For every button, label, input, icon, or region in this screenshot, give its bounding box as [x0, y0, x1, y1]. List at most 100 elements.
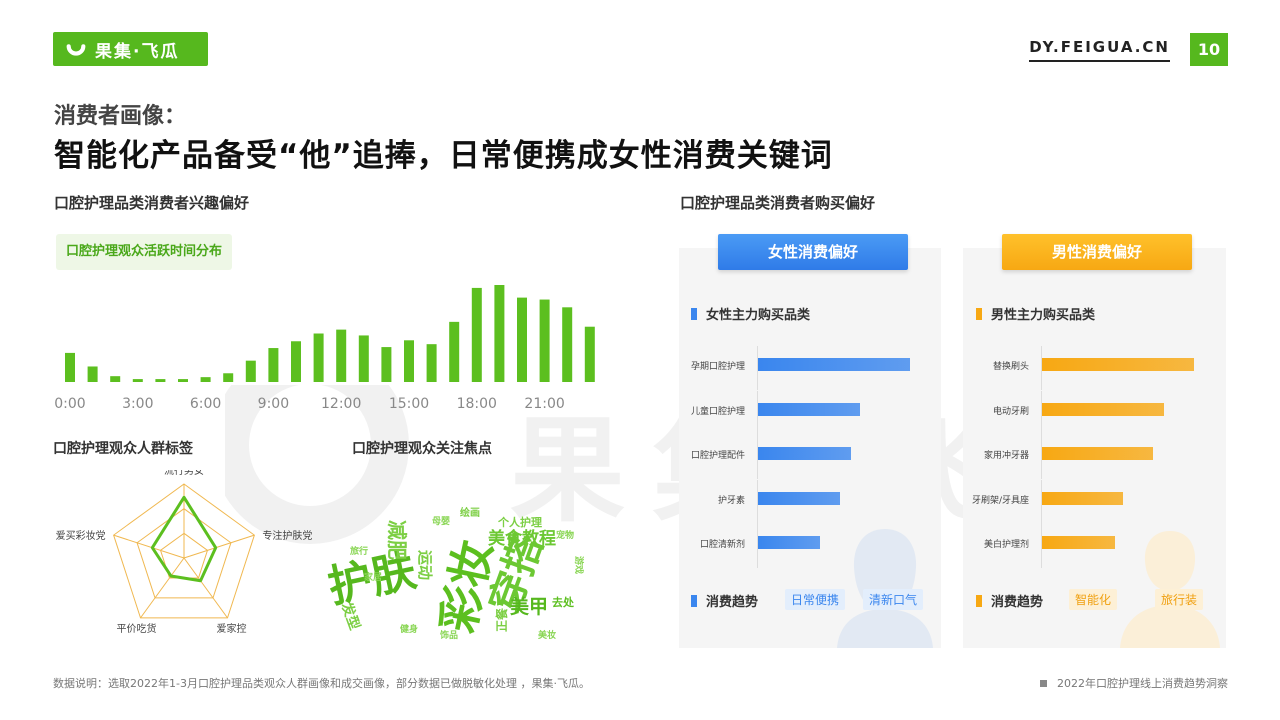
audience-radar-chart: 流行男女专注护肤党爱家控 平价吃货 爱买彩妆党 — [56, 470, 313, 635]
hour-bar — [336, 329, 347, 382]
category-bar — [1042, 358, 1194, 371]
hour-bar — [268, 348, 279, 382]
hour-bar — [358, 335, 369, 382]
hour-bar — [65, 352, 75, 382]
category-label: 电动牙刷 — [992, 406, 1029, 417]
hour-bar — [426, 344, 437, 382]
male-trend-marker-icon — [976, 594, 982, 607]
radar-axis-label: 流行男女 — [164, 470, 204, 477]
male-main-title: 男性主力购买品类 — [976, 304, 1095, 323]
x-tick-label: 21:00 — [524, 396, 564, 412]
hour-bar — [517, 297, 527, 382]
hour-bar — [381, 347, 392, 382]
category-bar — [1042, 536, 1115, 549]
hour-bar — [449, 321, 460, 382]
cloud-word: 美食教程 — [488, 528, 556, 549]
radar-axis — [113, 534, 185, 559]
female-trend-title: 消费趋势 — [706, 595, 759, 610]
x-tick-label: 9:00 — [258, 396, 289, 412]
category-label: 牙刷架/牙具座 — [971, 495, 1029, 506]
cloud-word: 健身 — [400, 623, 418, 635]
footer-report: 2022年口腔护理线上消费趋势洞察 — [1040, 675, 1228, 691]
category-label: 替换刷头 — [992, 362, 1029, 372]
male-marker-icon — [976, 307, 982, 320]
active-time-bar-chart: 0:00 3:00 6:00 9:00 12:00 15:00 18:00 21:00 — [54, 285, 595, 412]
female-trend-marker-icon — [691, 594, 697, 607]
page-number: 10 — [1190, 33, 1228, 66]
brand-logo[interactable]: 果集·飞瓜 — [53, 32, 208, 66]
female-trend-tag: 日常便携 — [785, 589, 846, 610]
male-silhouette-icon — [1120, 531, 1220, 648]
cloud-word: 宠物 — [556, 529, 574, 541]
female-main-title-text: 女性主力购买品类 — [706, 308, 811, 323]
category-bar — [758, 402, 860, 416]
footer-note: 数据说明：选取2022年1-3月口腔护理品类观众人群画像和成交画像，部分数据已做… — [53, 677, 590, 690]
category-label: 孕期口腔护理 — [690, 362, 745, 372]
page-title: 智能化产品备受“他”追捧，日常便携成女性消费关键词 — [54, 138, 833, 174]
female-marker-icon — [691, 307, 697, 320]
hour-bar — [178, 379, 188, 382]
x-tick-label: 0:00 — [54, 396, 85, 412]
x-tick-label: 6:00 — [190, 396, 221, 412]
female-panel: 女性主力购买品类 孕期口腔护理 儿童口腔护理 口腔护理配件护牙素口腔清新剂 消费趋势… — [679, 248, 941, 648]
cloud-word: 美甲 — [510, 595, 548, 618]
category-bar — [1042, 491, 1123, 505]
cloud-word: 减肥 — [385, 520, 409, 560]
radar-axis — [140, 557, 185, 619]
site-url[interactable]: DY.FEIGUA.CN — [1029, 38, 1170, 62]
category-bar — [758, 536, 820, 549]
cloud-word: 美妆 — [538, 629, 556, 641]
female-trend: 消费趋势 — [691, 591, 758, 610]
cloud-word: 运动 — [416, 550, 434, 580]
female-trend-tag: 清新口气 — [863, 589, 924, 610]
hour-bar — [562, 307, 573, 382]
hour-bar — [223, 373, 234, 382]
category-label: 口腔护理配件 — [690, 451, 745, 461]
male-trend-tag: 旅行装 — [1155, 589, 1204, 610]
chart-chip: 口腔护理观众活跃时间分布 — [56, 234, 233, 270]
category-label: 儿童口腔护理 — [690, 406, 745, 417]
category-bar — [758, 491, 840, 505]
footer-square-icon — [1040, 679, 1047, 687]
category-label: 口腔清新剂 — [699, 540, 745, 550]
hour-bar — [87, 366, 98, 382]
male-trend-tag: 智能化 — [1069, 589, 1118, 610]
category-bar — [758, 358, 910, 371]
word-cloud: 护肤 彩妆 穿搭 美食教程 美甲 减肥 运动 发型 个人护理 去处 绘画 正餐 … — [324, 506, 585, 641]
right-section-title: 口腔护理品类消费者购买偏好 — [680, 194, 876, 212]
category-bar — [1042, 447, 1153, 460]
female-main-title: 女性主力购买品类 — [691, 304, 810, 323]
hour-bar — [471, 287, 482, 382]
cloud-word: 去处 — [552, 595, 575, 609]
x-tick-label: 18:00 — [457, 396, 497, 412]
radar-axis-label: 爱家控 — [216, 622, 246, 635]
hour-bar — [539, 299, 550, 382]
cloud-word: 旅行 — [350, 545, 368, 557]
cloud-word: 个人护理 — [497, 515, 542, 529]
radar-axis-label: 平价吃货 — [117, 622, 157, 635]
hour-bar — [200, 377, 211, 382]
cloud-word: 绘画 — [460, 506, 480, 519]
hour-bar — [110, 376, 121, 382]
hour-bar — [155, 379, 166, 382]
category-label: 美白护理剂 — [983, 540, 1029, 550]
footer-report-title: 2022年口腔护理线上消费趋势洞察 — [1057, 677, 1228, 690]
logo-text: 果集·飞瓜 — [95, 41, 180, 62]
hour-bar — [313, 333, 324, 382]
hour-bar — [291, 341, 301, 382]
cloud-word: 游戏 — [573, 556, 585, 574]
x-tick-label: 12:00 — [321, 396, 361, 412]
category-label: 家用冲牙器 — [983, 451, 1029, 461]
radar-axis — [183, 534, 255, 559]
left-section-title: 口腔护理品类消费者兴趣偏好 — [54, 194, 250, 212]
page-subtitle: 消费者画像： — [54, 104, 187, 129]
female-silhouette-icon — [837, 529, 933, 648]
male-panel: 男性主力购买品类 替换刷头 电动牙刷 家用冲牙器 牙刷架/牙具座 美白护理剂 消费趋势 … — [963, 248, 1226, 648]
category-bar — [1042, 402, 1164, 416]
cloud-word: 饰品 — [439, 629, 458, 641]
cloud-word: 正餐 — [494, 607, 509, 632]
hour-bar — [404, 340, 414, 382]
category-label: 护牙素 — [717, 495, 745, 506]
male-trend: 消费趋势 — [976, 591, 1043, 610]
male-trend-title: 消费趋势 — [991, 595, 1044, 610]
